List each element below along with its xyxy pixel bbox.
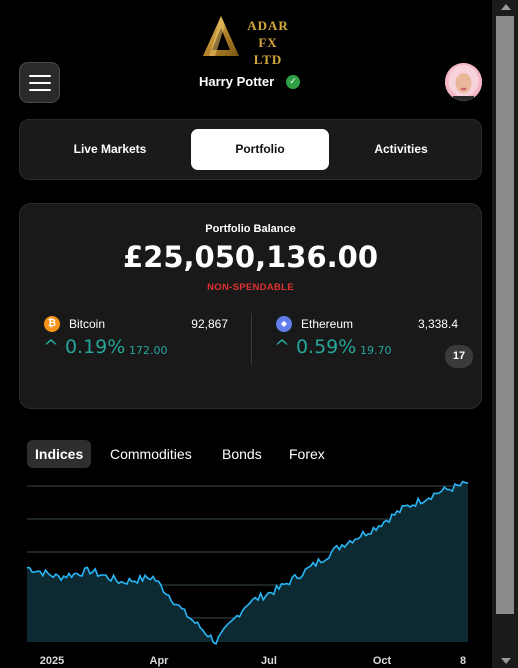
- scroll-down-arrow-icon[interactable]: [501, 658, 511, 664]
- market-tab-indices[interactable]: Indices: [27, 440, 92, 468]
- scroll-up-arrow-icon[interactable]: [501, 4, 511, 10]
- scrollbar-thumb[interactable]: [496, 16, 514, 614]
- logo-triangle-icon: [203, 16, 239, 56]
- market-tab-bonds[interactable]: Bonds: [214, 440, 270, 468]
- brand-logo[interactable]: ADAR FX LTD: [201, 14, 301, 67]
- brand-name: ADAR FX LTD: [247, 18, 289, 67]
- bitcoin-name[interactable]: Bitcoin: [69, 317, 105, 331]
- non-spendable-badge: NON-SPENDABLE: [207, 282, 294, 293]
- tab-activities[interactable]: Activities: [329, 129, 473, 170]
- x-tick-label: Jul: [261, 655, 277, 667]
- user-name: Harry Potter: [199, 74, 275, 89]
- x-tick-label: Oct: [373, 655, 392, 667]
- x-tick-label: Apr: [150, 655, 170, 667]
- market-tab-commodities[interactable]: Commodities: [102, 440, 200, 468]
- x-tick-label: 8: [460, 655, 466, 667]
- market-chart[interactable]: 2025 Apr Jul Oct 8: [0, 474, 492, 668]
- portfolio-balance-value: £25,050,136.00: [122, 240, 378, 274]
- bitcoin-change-percent: ^ 0.19%: [43, 336, 126, 358]
- tab-portfolio[interactable]: Portfolio: [191, 129, 329, 170]
- market-tab-forex[interactable]: Forex: [281, 440, 333, 468]
- bitcoin-price: 92,867: [191, 317, 228, 331]
- verified-check-icon: ✓: [286, 75, 300, 89]
- ethereum-change-percent: ^ 0.59%: [274, 336, 357, 358]
- tab-live-markets[interactable]: Live Markets: [28, 129, 192, 170]
- menu-button[interactable]: [19, 62, 60, 103]
- ethereum-icon: ◆: [276, 316, 292, 332]
- section-tab-bar: Live Markets Portfolio Activities: [19, 119, 482, 180]
- user-avatar[interactable]: [445, 63, 482, 101]
- bitcoin-icon: ₿: [44, 316, 60, 332]
- avatar-portrait-icon: [445, 63, 482, 101]
- ticker-divider: [251, 313, 252, 365]
- portfolio-balance-label: Portfolio Balance: [205, 223, 296, 235]
- chart-x-axis: 2025 Apr Jul Oct 8: [40, 655, 466, 667]
- vertical-scrollbar[interactable]: [492, 0, 518, 668]
- x-tick-label: 2025: [40, 655, 64, 667]
- ethereum-change-value: 19.70: [360, 344, 392, 357]
- ethereum-name[interactable]: Ethereum: [301, 317, 353, 331]
- portfolio-card: Portfolio Balance £25,050,136.00 NON-SPE…: [19, 203, 482, 409]
- ethereum-price: 3,338.4: [417, 317, 458, 331]
- bitcoin-change-value: 172.00: [129, 344, 168, 357]
- tradingview-logo-icon[interactable]: 17: [445, 345, 473, 368]
